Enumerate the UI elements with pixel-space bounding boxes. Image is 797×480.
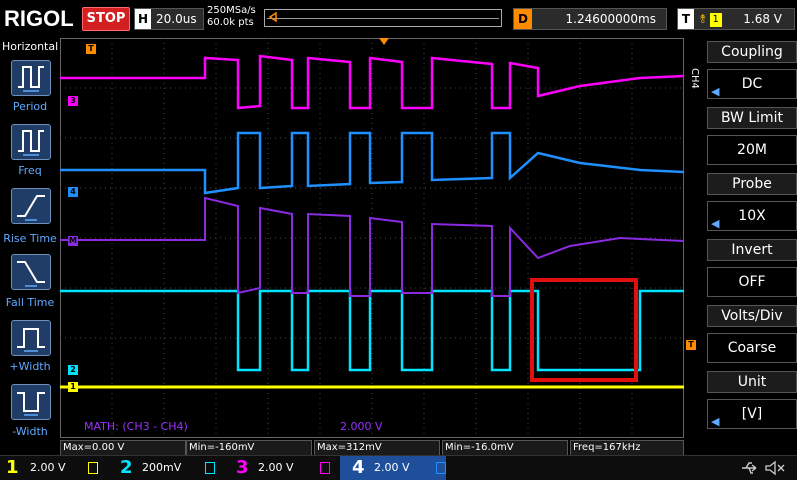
ch4-number[interactable]: 4: [352, 456, 365, 480]
top-status-bar: RIGOL STOP H 20.0us 250MSa/s 60.0k pts D …: [0, 0, 797, 38]
delay-label: D: [514, 9, 532, 29]
menu-channel-tag: CH4: [689, 68, 700, 89]
math-marker[interactable]: M: [68, 236, 78, 246]
measure-period-label: Period: [12, 100, 48, 113]
sample-rate: 250MSa/s: [207, 5, 256, 16]
ch1-scale[interactable]: 2.00 V: [30, 462, 66, 474]
volts-div-header: Volts/Div: [707, 305, 797, 327]
trigger-position-marker[interactable]: T: [86, 44, 96, 54]
invert-header: Invert: [707, 239, 797, 261]
measure-period-button[interactable]: [11, 60, 51, 96]
sample-rate-info: 250MSa/s 60.0k pts: [207, 5, 256, 29]
unit-header: Unit: [707, 371, 797, 393]
delay-readout[interactable]: D 1.24600000ms: [513, 8, 667, 30]
ch2-coupling-icon: [205, 462, 215, 474]
memory-track: [267, 18, 499, 19]
select-arrow-icon: ◀: [711, 217, 720, 230]
measurement-item[interactable]: Max=0.00 V: [60, 440, 186, 456]
ch3-coupling-icon: [320, 462, 330, 474]
waveform-canvas: [60, 38, 684, 438]
volts-div-option[interactable]: Coarse: [707, 333, 797, 363]
invert-value: OFF: [738, 274, 766, 290]
ch3-scale[interactable]: 2.00 V: [258, 462, 294, 474]
measurement-item[interactable]: Max=312mV: [314, 440, 440, 456]
unit-option[interactable]: ◀ [V]: [707, 399, 797, 429]
fall-time-icon: [17, 261, 45, 287]
trigger-readout[interactable]: T ⥉ 1 1.68 V: [677, 8, 795, 30]
math-function-label: MATH: (CH3 - CH4): [84, 420, 188, 433]
unit-value: [V]: [741, 406, 763, 422]
measure-neg-width-button[interactable]: [11, 384, 51, 420]
measure-fall-time-label: Fall Time: [5, 296, 55, 309]
measurement-item[interactable]: Min=-160mV: [186, 440, 312, 456]
memory-depth: 60.0k pts: [207, 17, 254, 28]
channel-status-bar: 1 2.00 V 2 200mV 3 2.00 V 4 2.00 V: [0, 455, 797, 480]
measurement-item[interactable]: Min=-16.0mV: [442, 440, 568, 456]
sound-muted-icon[interactable]: [764, 460, 786, 476]
measure-freq-label: Freq: [18, 164, 42, 177]
measure-pos-width-label: +Width: [9, 360, 51, 373]
ch2-scale[interactable]: 200mV: [142, 462, 181, 474]
measurement-item[interactable]: Freq=167kHz: [570, 440, 684, 456]
coupling-value: DC: [741, 76, 763, 92]
invert-option[interactable]: OFF: [707, 267, 797, 297]
trigger-level-marker[interactable]: T: [686, 340, 696, 350]
probe-header: Probe: [707, 173, 797, 195]
select-arrow-icon: ◀: [711, 415, 720, 428]
memory-position-bar[interactable]: [264, 9, 502, 27]
trigger-label: T: [678, 9, 694, 29]
bw-limit-header: BW Limit: [707, 107, 797, 129]
select-arrow-icon: ◀: [711, 85, 720, 98]
measure-freq-button[interactable]: [11, 124, 51, 160]
memory-marker-icon: [268, 12, 277, 22]
bw-limit-value: 20M: [737, 142, 767, 158]
measurement-bar: Max=0.00 V Min=-160mV Max=312mV Min=-16.…: [60, 440, 684, 456]
ch1-coupling-icon: [88, 462, 98, 474]
horizontal-label: H: [135, 9, 151, 29]
volts-div-value: Coarse: [727, 340, 777, 356]
trigger-time-marker-icon: [379, 38, 389, 45]
math-scale-label: 2.000 V: [340, 420, 383, 433]
run-stop-status[interactable]: STOP: [82, 7, 130, 31]
timebase-value: 20.0us: [156, 12, 197, 26]
period-icon: [18, 66, 44, 92]
ch3-marker[interactable]: 3: [68, 96, 78, 106]
ch3-number[interactable]: 3: [236, 456, 249, 480]
coupling-option[interactable]: ◀ DC: [707, 69, 797, 99]
measure-fall-time-button[interactable]: [11, 254, 51, 290]
freq-icon: [18, 130, 44, 156]
ch2-marker[interactable]: 2: [68, 365, 78, 375]
coupling-header: Coupling: [707, 41, 797, 63]
rise-time-icon: [17, 195, 45, 221]
ch1-number[interactable]: 1: [6, 456, 19, 480]
measure-menu-title: Horizontal: [2, 40, 59, 53]
ch4-coupling-icon: [436, 462, 446, 474]
ch1-marker[interactable]: 1: [68, 382, 78, 392]
trigger-level: 1.68 V: [743, 12, 782, 26]
probe-value: 10X: [738, 208, 766, 224]
measure-rise-time-label: Rise Time: [3, 232, 57, 245]
measure-pos-width-button[interactable]: [11, 320, 51, 356]
usb-icon: [742, 462, 757, 474]
bw-limit-option[interactable]: 20M: [707, 135, 797, 165]
neg-width-icon: [17, 392, 45, 416]
timebase-readout[interactable]: H 20.0us: [134, 8, 204, 30]
ch4-marker[interactable]: 4: [68, 187, 78, 197]
trigger-edge-icon: ⥉: [700, 12, 706, 26]
delay-value: 1.24600000ms: [565, 12, 656, 26]
measure-rise-time-button[interactable]: [11, 188, 51, 224]
highlight-box: [530, 278, 638, 382]
pos-width-icon: [17, 328, 45, 352]
ch2-number[interactable]: 2: [120, 456, 133, 480]
ch4-scale[interactable]: 2.00 V: [374, 462, 410, 474]
measure-neg-width-label: -Width: [12, 425, 48, 438]
probe-option[interactable]: ◀ 10X: [707, 201, 797, 231]
brand-logo: RIGOL: [4, 6, 74, 31]
waveforms: [60, 54, 684, 389]
trigger-channel: 1: [709, 12, 722, 27]
waveform-display[interactable]: [60, 38, 684, 438]
